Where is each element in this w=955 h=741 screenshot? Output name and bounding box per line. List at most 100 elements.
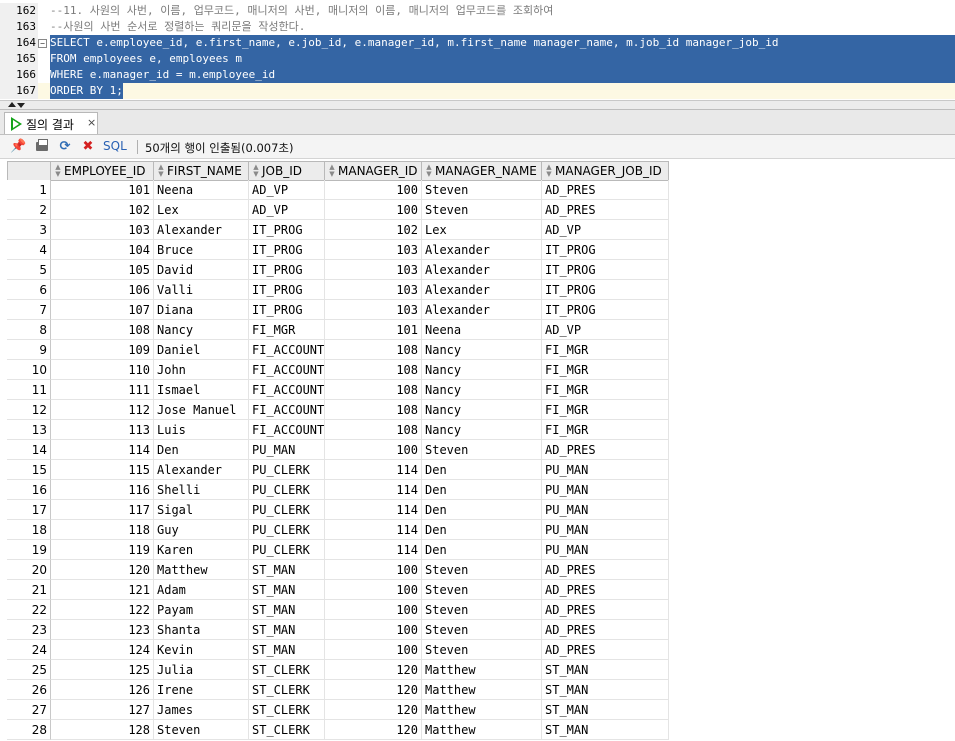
cell-manager-job-id[interactable]: PU_MAN <box>542 500 669 520</box>
cell-first-name[interactable]: Luis <box>154 420 249 440</box>
code-line[interactable]: 164− SELECT e.employee_id, e.first_name, … <box>0 35 955 51</box>
cell-employee-id[interactable]: 123 <box>51 620 154 640</box>
cell-first-name[interactable]: Kevin <box>154 640 249 660</box>
cell-first-name[interactable]: Alexander <box>154 220 249 240</box>
cell-employee-id[interactable]: 104 <box>51 240 154 260</box>
row-number[interactable]: 26 <box>7 680 51 700</box>
cell-manager-id[interactable]: 100 <box>325 200 422 220</box>
cell-manager-name[interactable]: Den <box>422 500 542 520</box>
cell-manager-id[interactable]: 103 <box>325 280 422 300</box>
column-header-manager-name[interactable]: ▲ ▼ MANAGER_NAME <box>422 161 542 181</box>
column-header-job-id[interactable]: ▲ ▼ JOB_ID <box>249 161 325 181</box>
code-line[interactable]: 162 --11. 사원의 사번, 이름, 업무코드, 매니저의 사번, 매니저의… <box>0 3 955 19</box>
cell-manager-name[interactable]: Steven <box>422 180 542 200</box>
code-line[interactable]: 166 WHERE e.manager_id = m.employee_id <box>0 67 955 83</box>
refresh-icon[interactable]: ⟳ <box>57 139 73 155</box>
cell-manager-name[interactable]: Nancy <box>422 400 542 420</box>
cell-first-name[interactable]: Karen <box>154 540 249 560</box>
cell-manager-name[interactable]: Alexander <box>422 260 542 280</box>
cell-first-name[interactable]: Julia <box>154 660 249 680</box>
cell-first-name[interactable]: Alexander <box>154 460 249 480</box>
cell-job-id[interactable]: IT_PROG <box>249 220 325 240</box>
cell-manager-id[interactable]: 108 <box>325 340 422 360</box>
cell-manager-job-id[interactable]: IT_PROG <box>542 240 669 260</box>
row-number[interactable]: 4 <box>7 240 51 260</box>
cell-manager-job-id[interactable]: AD_PRES <box>542 440 669 460</box>
cell-manager-id[interactable]: 103 <box>325 300 422 320</box>
cell-manager-name[interactable]: Steven <box>422 580 542 600</box>
sort-icon[interactable]: ▲ ▼ <box>545 164 553 178</box>
table-row[interactable]: 4 104 Bruce IT_PROG 103 Alexander IT_PROG <box>0 240 670 260</box>
table-row[interactable]: 25 125 Julia ST_CLERK 120 Matthew ST_MAN <box>0 660 670 680</box>
table-row[interactable]: 16 116 Shelli PU_CLERK 114 Den PU_MAN <box>0 480 670 500</box>
cell-manager-name[interactable]: Nancy <box>422 360 542 380</box>
cell-employee-id[interactable]: 108 <box>51 320 154 340</box>
cell-first-name[interactable]: Nancy <box>154 320 249 340</box>
cell-manager-job-id[interactable]: AD_PRES <box>542 180 669 200</box>
cell-job-id[interactable]: IT_PROG <box>249 240 325 260</box>
row-number[interactable]: 6 <box>7 280 51 300</box>
cell-manager-job-id[interactable]: AD_PRES <box>542 620 669 640</box>
cell-manager-job-id[interactable]: AD_VP <box>542 220 669 240</box>
cell-first-name[interactable]: Lex <box>154 200 249 220</box>
cell-manager-id[interactable]: 102 <box>325 220 422 240</box>
sql-link[interactable]: SQL <box>103 139 127 153</box>
cell-employee-id[interactable]: 101 <box>51 180 154 200</box>
table-row[interactable]: 18 118 Guy PU_CLERK 114 Den PU_MAN <box>0 520 670 540</box>
table-row[interactable]: 11 111 Ismael FI_ACCOUNT 108 Nancy FI_MGR <box>0 380 670 400</box>
code-text[interactable]: FROM employees e, employees m <box>50 51 955 67</box>
cell-manager-name[interactable]: Den <box>422 480 542 500</box>
cell-first-name[interactable]: Shelli <box>154 480 249 500</box>
cell-first-name[interactable]: Adam <box>154 580 249 600</box>
column-header-manager-job-id[interactable]: ▲ ▼ MANAGER_JOB_ID <box>542 161 669 181</box>
cell-manager-job-id[interactable]: FI_MGR <box>542 400 669 420</box>
cell-employee-id[interactable]: 112 <box>51 400 154 420</box>
cell-job-id[interactable]: ST_MAN <box>249 560 325 580</box>
table-row[interactable]: 15 115 Alexander PU_CLERK 114 Den PU_MAN <box>0 460 670 480</box>
sort-icon[interactable]: ▲ ▼ <box>425 164 433 178</box>
table-row[interactable]: 2 102 Lex AD_VP 100 Steven AD_PRES <box>0 200 670 220</box>
cell-first-name[interactable]: Diana <box>154 300 249 320</box>
cell-job-id[interactable]: FI_ACCOUNT <box>249 400 325 420</box>
row-number[interactable]: 9 <box>7 340 51 360</box>
cell-first-name[interactable]: Steven <box>154 720 249 740</box>
cell-manager-id[interactable]: 114 <box>325 480 422 500</box>
column-header-first-name[interactable]: ▲ ▼ FIRST_NAME <box>154 161 249 181</box>
cell-manager-job-id[interactable]: FI_MGR <box>542 340 669 360</box>
code-line[interactable]: 165 FROM employees e, employees m <box>0 51 955 67</box>
cell-first-name[interactable]: David <box>154 260 249 280</box>
cell-manager-id[interactable]: 100 <box>325 620 422 640</box>
collapse-up-icon[interactable] <box>8 102 16 107</box>
code-text[interactable]: --사원의 사번 순서로 정렬하는 쿼리문을 작성한다. <box>50 19 305 35</box>
cell-manager-job-id[interactable]: PU_MAN <box>542 460 669 480</box>
row-number[interactable]: 8 <box>7 320 51 340</box>
table-row[interactable]: 8 108 Nancy FI_MGR 101 Neena AD_VP <box>0 320 670 340</box>
table-row[interactable]: 10 110 John FI_ACCOUNT 108 Nancy FI_MGR <box>0 360 670 380</box>
row-number[interactable]: 17 <box>7 500 51 520</box>
row-number[interactable]: 12 <box>7 400 51 420</box>
row-number[interactable]: 2 <box>7 200 51 220</box>
table-row[interactable]: 17 117 Sigal PU_CLERK 114 Den PU_MAN <box>0 500 670 520</box>
code-text[interactable]: WHERE e.manager_id = m.employee_id <box>50 67 955 83</box>
table-row[interactable]: 26 126 Irene ST_CLERK 120 Matthew ST_MAN <box>0 680 670 700</box>
cell-manager-name[interactable]: Steven <box>422 620 542 640</box>
cell-first-name[interactable]: Valli <box>154 280 249 300</box>
cell-manager-job-id[interactable]: AD_PRES <box>542 200 669 220</box>
cell-manager-job-id[interactable]: FI_MGR <box>542 380 669 400</box>
cell-manager-job-id[interactable]: IT_PROG <box>542 280 669 300</box>
cell-manager-id[interactable]: 120 <box>325 660 422 680</box>
column-header-employee-id[interactable]: ▲ ▼ EMPLOYEE_ID <box>51 161 154 181</box>
cell-manager-job-id[interactable]: AD_PRES <box>542 560 669 580</box>
cell-first-name[interactable]: Irene <box>154 680 249 700</box>
cell-manager-name[interactable]: Steven <box>422 560 542 580</box>
cell-employee-id[interactable]: 106 <box>51 280 154 300</box>
cell-manager-job-id[interactable]: PU_MAN <box>542 480 669 500</box>
row-number[interactable]: 1 <box>7 180 51 200</box>
cell-manager-job-id[interactable]: FI_MGR <box>542 360 669 380</box>
cell-manager-id[interactable]: 108 <box>325 420 422 440</box>
cell-manager-job-id[interactable]: ST_MAN <box>542 720 669 740</box>
cell-first-name[interactable]: Shanta <box>154 620 249 640</box>
cell-employee-id[interactable]: 124 <box>51 640 154 660</box>
cell-manager-name[interactable]: Steven <box>422 440 542 460</box>
cell-job-id[interactable]: FI_ACCOUNT <box>249 420 325 440</box>
